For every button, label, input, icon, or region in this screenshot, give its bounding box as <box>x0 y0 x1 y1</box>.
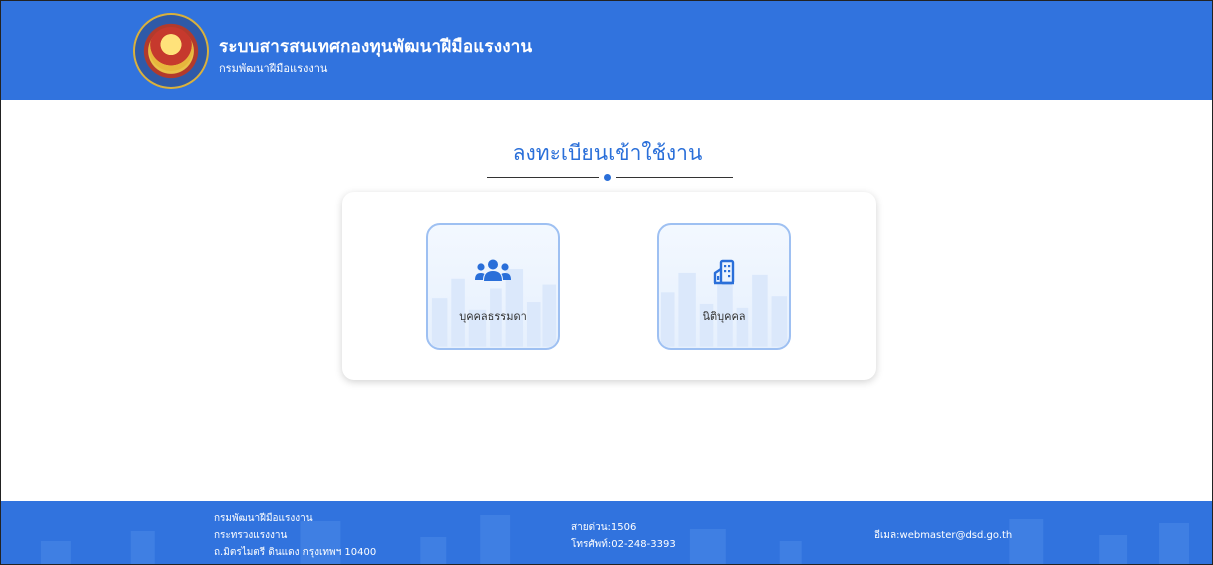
app-title: ระบบสารสนเทศกองทุนพัฒนาฝีมือแรงงาน <box>219 37 533 57</box>
seal-emblem <box>149 27 193 71</box>
footer-hotline: สายด่วน:1506 <box>571 522 637 533</box>
title-divider <box>487 174 733 181</box>
footer-address: กรมพัฒนาฝีมือแรงงาน กระทรวงแรงงาน ถ.มิตร… <box>214 510 376 561</box>
footer-email[interactable]: อีเมล:webmaster@dsd.go.th <box>874 527 1012 544</box>
users-icon <box>428 259 558 283</box>
footer-street: ถ.มิตรไมตรี ดินแดง กรุงเทพฯ 10400 <box>214 547 377 558</box>
footer-contact: สายด่วน:1506 โทรศัพท์:02-248-3393 <box>571 519 676 553</box>
divider-line-left <box>487 177 599 178</box>
page-frame: ระบบสารสนเทศกองทุนพัฒนาฝีมือแรงงาน กรมพั… <box>0 0 1213 565</box>
registration-type-panel: บุคคลธรรมดา นิติบุคคล <box>342 192 876 380</box>
page-title: ลงทะเบียนเข้าใช้งาน <box>512 141 703 165</box>
individual-registration-button[interactable]: บุคคลธรรมดา <box>426 223 560 350</box>
app-subtitle: กรมพัฒนาฝีมือแรงงาน <box>219 62 328 75</box>
site-footer: กรมพัฒนาฝีมือแรงงาน กระทรวงแรงงาน ถ.มิตร… <box>1 501 1212 564</box>
individual-label: บุคคลธรรมดา <box>459 310 527 323</box>
footer-org: กรมพัฒนาฝีมือแรงงาน <box>214 513 313 524</box>
footer-phone: โทรศัพท์:02-248-3393 <box>571 539 676 550</box>
building-icon <box>659 259 789 285</box>
divider-dot <box>604 174 611 181</box>
top-header: ระบบสารสนเทศกองทุนพัฒนาฝีมือแรงงาน กรมพั… <box>1 1 1212 100</box>
juristic-person-registration-button[interactable]: นิติบุคคล <box>657 223 791 350</box>
footer-ministry: กระทรวงแรงงาน <box>214 530 288 541</box>
divider-line-right <box>616 177 733 178</box>
department-seal-logo[interactable] <box>133 13 209 89</box>
juristic-person-label: นิติบุคคล <box>702 310 746 323</box>
